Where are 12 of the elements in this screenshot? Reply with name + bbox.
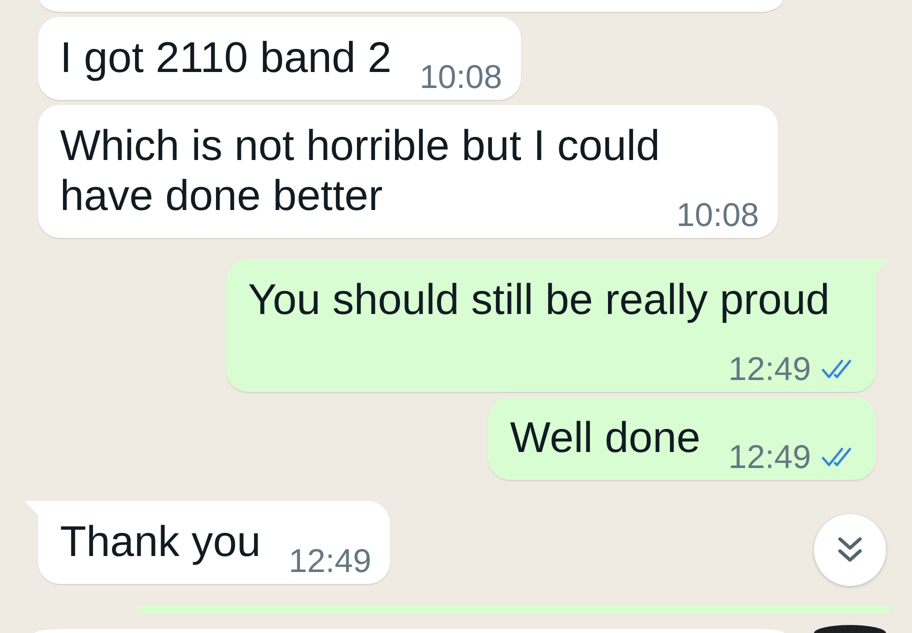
message-text: Thank you bbox=[60, 518, 261, 566]
message-text: Which is not horrible but I could have done better bbox=[60, 122, 660, 220]
double-chevron-down-icon bbox=[837, 536, 863, 564]
message-time: 12:49 bbox=[728, 440, 811, 474]
message-time: 12:49 bbox=[728, 352, 811, 386]
message-time: 10:08 bbox=[420, 60, 502, 94]
message-text: You should still be really proud bbox=[248, 276, 830, 324]
message-text: Well done bbox=[510, 414, 700, 462]
scroll-down-button[interactable] bbox=[814, 514, 886, 586]
message-time: 10:08 bbox=[676, 198, 759, 232]
message-text: I got 2110 band 2 bbox=[60, 34, 392, 82]
message-time: 12:49 bbox=[288, 544, 372, 578]
